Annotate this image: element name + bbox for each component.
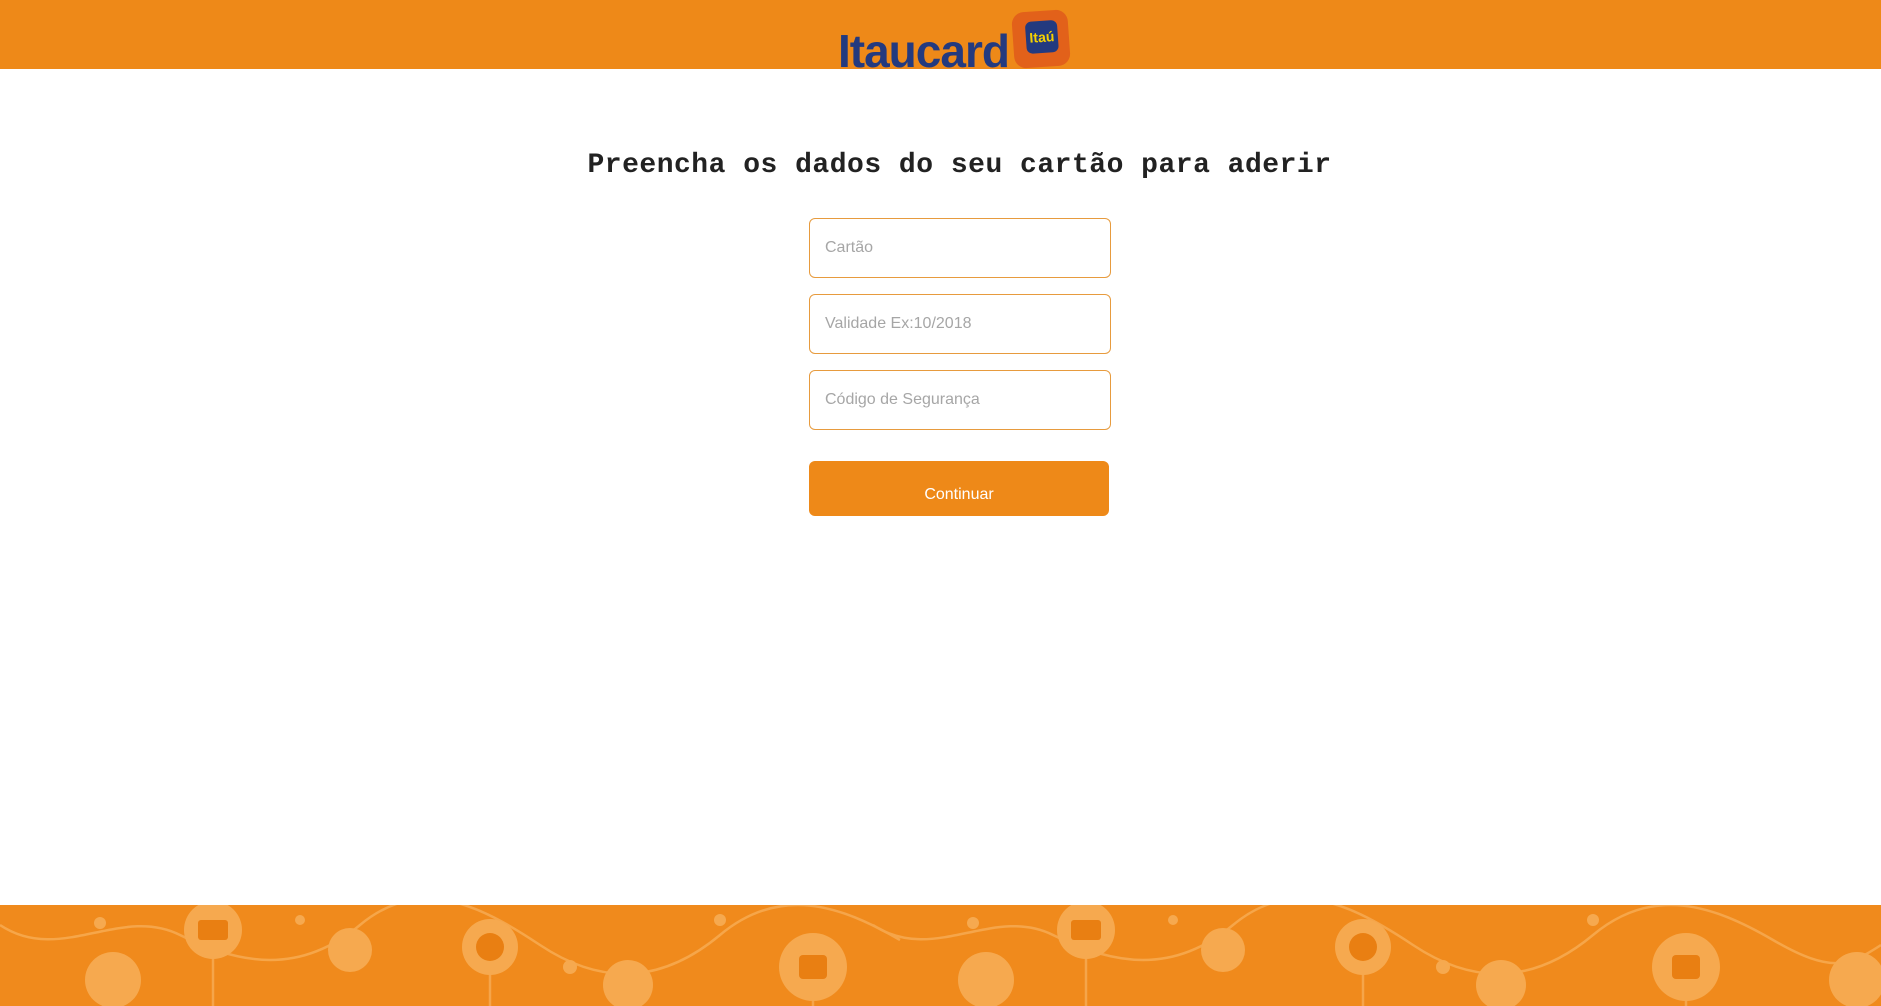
decorative-footer <box>0 905 1881 1006</box>
page-title: Preencha os dados do seu cartão para ade… <box>587 150 1332 181</box>
thumbs-up-icon <box>1201 928 1245 972</box>
top-header: Itaucard Itaú <box>0 0 1881 69</box>
globe-icon <box>958 952 1014 1006</box>
user-icon <box>1476 960 1526 1006</box>
itau-badge-icon: Itaú <box>1011 9 1071 69</box>
expiry-input[interactable] <box>809 294 1111 354</box>
globe-icon <box>1829 952 1881 1006</box>
user-icon <box>603 960 653 1006</box>
thumbs-up-icon <box>328 928 372 972</box>
footer-pattern <box>0 905 1881 1006</box>
security-code-input[interactable] <box>809 370 1111 430</box>
logo-wordmark: Itaucard <box>838 25 1010 69</box>
itaucard-logo[interactable]: Itaucard Itaú <box>836 9 1072 69</box>
card-number-input[interactable] <box>809 218 1111 278</box>
globe-icon <box>85 952 141 1006</box>
itau-badge-label: Itaú <box>1024 19 1059 55</box>
continue-button[interactable]: Continuar <box>809 461 1109 516</box>
